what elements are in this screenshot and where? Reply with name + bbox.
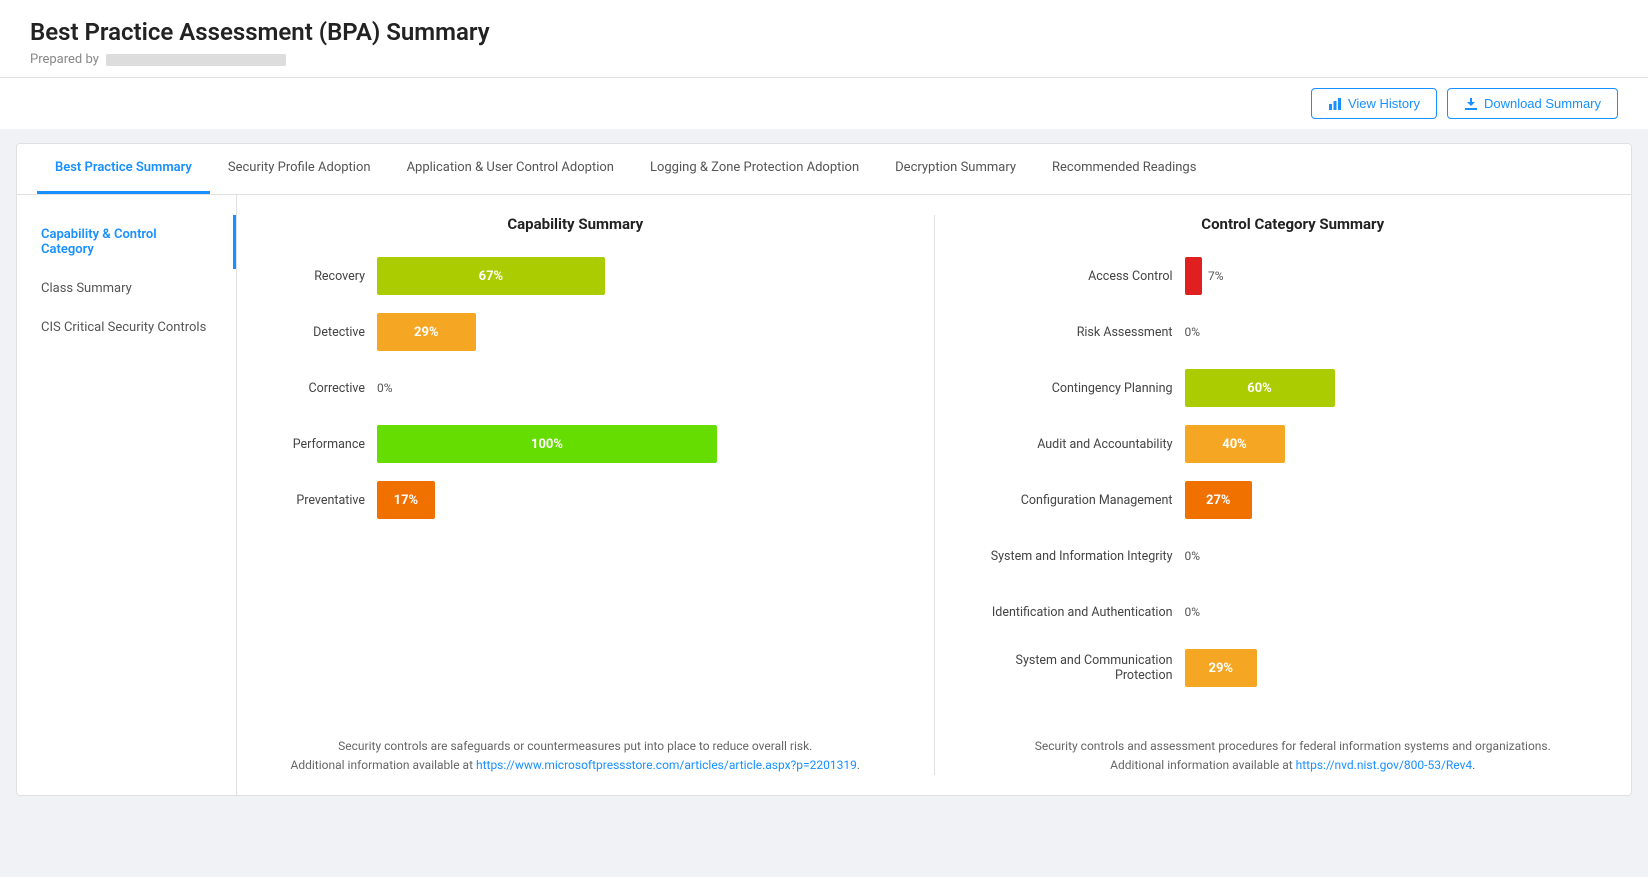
capability-footnote: Security controls are safeguards or coun… <box>267 737 884 775</box>
tab-recommended-readings[interactable]: Recommended Readings <box>1034 144 1214 194</box>
header-actions: View History Download Summary <box>0 78 1648 129</box>
bar-row: Contingency Planning60% <box>985 369 1602 407</box>
bar-container: 67% <box>377 257 884 295</box>
sidebar: Capability & Control CategoryClass Summa… <box>17 195 237 795</box>
bar-label: Performance <box>267 437 377 452</box>
bar-fill: 17% <box>377 481 435 519</box>
bar-row: Performance100% <box>267 425 884 463</box>
bar-row: Audit and Accountability40% <box>985 425 1602 463</box>
control-bar-chart: Access Control7%Risk Assessment0%Conting… <box>985 257 1602 717</box>
bar-row: Recovery67% <box>267 257 884 295</box>
bar-label: Detective <box>267 325 377 340</box>
footnote-link[interactable]: https://nvd.nist.gov/800-53/Rev4 <box>1296 758 1473 772</box>
bar-row: System and Communication Protection29% <box>985 649 1602 687</box>
capability-chart-section: Capability Summary Recovery67% Detective2… <box>267 215 884 775</box>
bar-label: Audit and Accountability <box>985 437 1185 452</box>
page-header: Best Practice Assessment (BPA) Summary P… <box>0 0 1648 78</box>
main-card: Best Practice SummarySecurity Profile Ad… <box>16 143 1632 796</box>
capability-bar-chart: Recovery67% Detective29% Corrective0% Perfo… <box>267 257 884 717</box>
bar-row: Access Control 7% <box>985 257 1602 295</box>
content-area: Capability & Control CategoryClass Summa… <box>17 195 1631 795</box>
bar-value: 0% <box>1185 605 1201 619</box>
bar-row: Configuration Management27% <box>985 481 1602 519</box>
bar-row: Preventative17% <box>267 481 884 519</box>
bar-chart-icon <box>1328 97 1342 111</box>
bar-label: Access Control <box>985 269 1185 284</box>
tab-application-user-control-adoption[interactable]: Application & User Control Adoption <box>389 144 632 194</box>
bar-fill: 60% <box>1185 369 1335 407</box>
bar-container: 60% <box>1185 369 1602 407</box>
bar-fill: 29% <box>1185 649 1258 687</box>
charts-area: Capability Summary Recovery67%Detective2… <box>237 195 1631 795</box>
bar-container: 7% <box>1185 257 1602 295</box>
bar-container: 17% <box>377 481 884 519</box>
download-icon <box>1464 97 1478 111</box>
sidebar-item-cis-critical-security-controls[interactable]: CIS Critical Security Controls <box>17 308 236 347</box>
tab-best-practice-summary[interactable]: Best Practice Summary <box>37 144 210 194</box>
control-chart-title: Control Category Summary <box>985 215 1602 233</box>
bar-label: Recovery <box>267 269 377 284</box>
bar-fill: 29% <box>377 313 476 351</box>
bar-container: 27% <box>1185 481 1602 519</box>
sidebar-item-class-summary[interactable]: Class Summary <box>17 269 236 308</box>
bar-label: Identification and Authentication <box>985 605 1185 620</box>
sidebar-item-capability-control-category[interactable]: Capability & Control Category <box>17 215 236 269</box>
control-footnote: Security controls and assessment procedu… <box>985 737 1602 775</box>
bar-container: 29% <box>1185 649 1602 687</box>
control-chart-section: Control Category Summary Access Control 7… <box>985 215 1602 775</box>
download-summary-button[interactable]: Download Summary <box>1447 88 1618 119</box>
tabs: Best Practice SummarySecurity Profile Ad… <box>17 144 1631 195</box>
bar-fill: 67% <box>377 257 605 295</box>
capability-chart-title: Capability Summary <box>267 215 884 233</box>
bar-row: Corrective0% <box>267 369 884 407</box>
bar-value: 0% <box>1185 549 1201 563</box>
bar-fill: 27% <box>1185 481 1253 519</box>
tab-decryption-summary[interactable]: Decryption Summary <box>877 144 1034 194</box>
prepared-by: Prepared by <box>30 52 1618 67</box>
footnote-link[interactable]: https://www.microsoftpressstore.com/arti… <box>476 758 857 772</box>
bar-fill: 100% <box>377 425 717 463</box>
bar-container: 0% <box>1185 325 1602 339</box>
bar-label: Corrective <box>267 381 377 396</box>
view-history-button[interactable]: View History <box>1311 88 1437 119</box>
bar-row: Risk Assessment0% <box>985 313 1602 351</box>
page-title: Best Practice Assessment (BPA) Summary <box>30 18 1618 46</box>
bar-value: 0% <box>377 381 393 395</box>
tab-logging-zone-protection-adoption[interactable]: Logging & Zone Protection Adoption <box>632 144 877 194</box>
bar-container: 0% <box>1185 605 1602 619</box>
prepared-by-value <box>106 54 286 66</box>
bar-container: 40% <box>1185 425 1602 463</box>
bar-value: 0% <box>1185 325 1201 339</box>
bar-label: Risk Assessment <box>985 325 1185 340</box>
chart-divider <box>934 215 935 775</box>
bar-label: Configuration Management <box>985 493 1185 508</box>
bar-value: 7% <box>1208 269 1224 283</box>
bar-container: 29% <box>377 313 884 351</box>
bar-row: Identification and Authentication0% <box>985 593 1602 631</box>
bar-label: System and Information Integrity <box>985 549 1185 564</box>
tab-security-profile-adoption[interactable]: Security Profile Adoption <box>210 144 389 194</box>
bar-fill: 40% <box>1185 425 1285 463</box>
bar-label: Contingency Planning <box>985 381 1185 396</box>
bar-container: 0% <box>377 381 884 395</box>
bar-container: 100% <box>377 425 884 463</box>
bar-row: Detective29% <box>267 313 884 351</box>
bar-row: System and Information Integrity0% <box>985 537 1602 575</box>
bar-label: Preventative <box>267 493 377 508</box>
bar-container: 0% <box>1185 549 1602 563</box>
bar-fill <box>1185 257 1203 295</box>
bar-label: System and Communication Protection <box>985 653 1185 683</box>
